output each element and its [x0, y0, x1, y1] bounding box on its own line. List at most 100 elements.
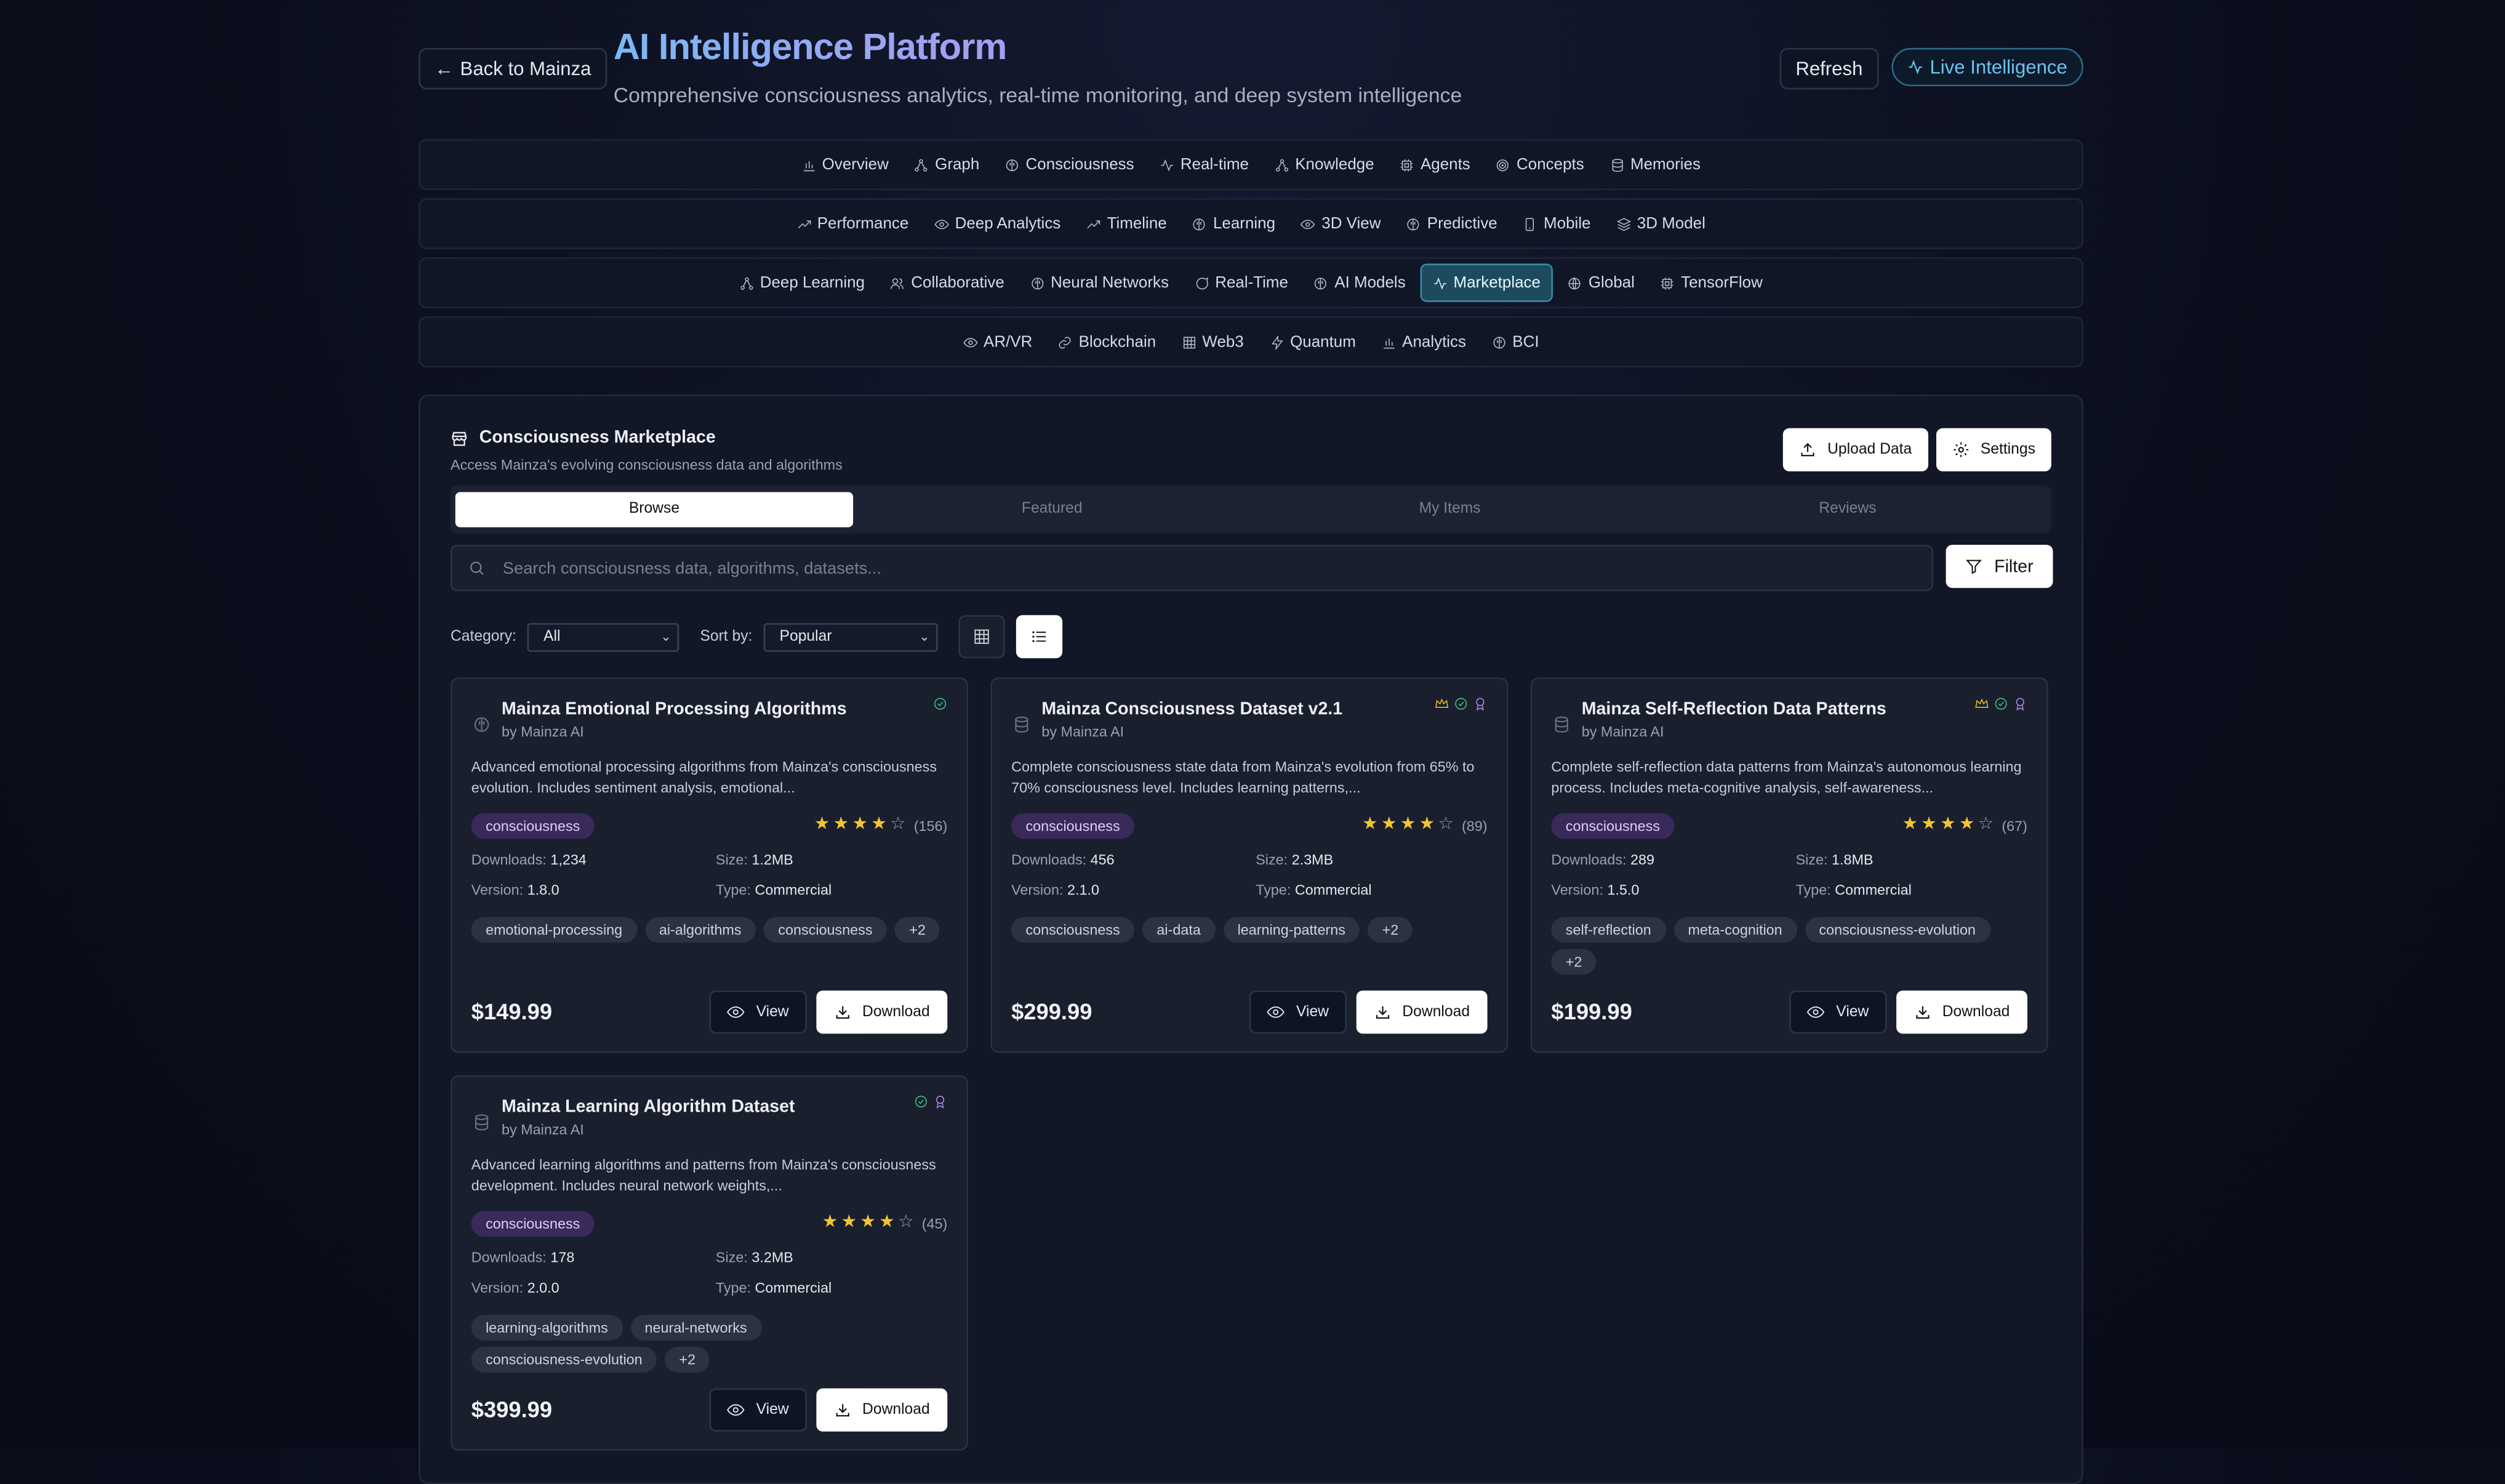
nav-tab-3d-view[interactable]: 3D View: [1289, 206, 1392, 241]
item-title[interactable]: Mainza Consciousness Dataset v2.1: [1041, 700, 1342, 719]
category-badge: consciousness: [471, 813, 595, 839]
nav-tab-label: Quantum: [1290, 333, 1356, 351]
search-box: [450, 545, 1933, 592]
view-button[interactable]: View: [710, 990, 807, 1034]
type-label: Type:: [1795, 881, 1831, 898]
eye-icon: [727, 1404, 745, 1416]
tab-browse[interactable]: Browse: [455, 492, 854, 527]
nav-tab-ai-models[interactable]: AI Models: [1302, 265, 1417, 300]
nav-tab-label: Graph: [935, 156, 980, 174]
star-filled-icon: ★: [1921, 814, 1937, 834]
eye-icon: [727, 1006, 745, 1018]
nav-tab-predictive[interactable]: Predictive: [1395, 206, 1509, 241]
downloads-label: Downloads:: [471, 851, 547, 868]
nav-tab-agents[interactable]: Agents: [1389, 147, 1481, 182]
grid-view-button[interactable]: [958, 615, 1005, 659]
nav-tab-performance[interactable]: Performance: [785, 206, 920, 241]
tag-chip: emotional-processing: [471, 916, 637, 943]
live-intelligence-button[interactable]: Live Intelligence: [1891, 47, 2083, 87]
star-filled-icon: ★: [1958, 814, 1975, 834]
cpu-icon: [1661, 276, 1673, 289]
nav-tab-label: TensorFlow: [1681, 274, 1763, 292]
nav-tab-overview[interactable]: Overview: [790, 147, 900, 182]
nav-tab-mobile[interactable]: Mobile: [1512, 206, 1602, 241]
item-meta: Downloads: 1,234 Size: 1.2MB Version: 1.…: [471, 852, 951, 913]
item-description: Complete self-reflection data patterns f…: [1551, 758, 2022, 795]
tab-featured[interactable]: Featured: [853, 492, 1251, 527]
bar-chart-icon: [1383, 337, 1394, 348]
nav-tab-deep-learning[interactable]: Deep Learning: [728, 265, 876, 300]
item-card[interactable]: Mainza Consciousness Dataset v2.1 by Mai…: [990, 677, 1509, 1053]
brain-icon: [1315, 276, 1327, 289]
nav-tab-tensorflow[interactable]: TensorFlow: [1649, 265, 1774, 300]
view-button[interactable]: View: [1790, 990, 1886, 1034]
size-value: 2.3MB: [1291, 851, 1334, 868]
nav-tab-3d-model[interactable]: 3D Model: [1605, 206, 1717, 241]
nav-tab-deep-analytics[interactable]: Deep Analytics: [923, 206, 1072, 241]
nav-tab-bci[interactable]: BCI: [1480, 324, 1550, 359]
nav-tab-blockchain[interactable]: Blockchain: [1047, 324, 1168, 359]
item-price: $399.99: [471, 1396, 553, 1422]
nav-tab-marketplace[interactable]: Marketplace: [1420, 263, 1553, 302]
tab-my-items[interactable]: My Items: [1251, 492, 1648, 527]
nav-tab-real-time[interactable]: Real-time: [1148, 147, 1260, 182]
nav-row-1: Overview Graph Consciousness Real-time Knowl…: [419, 138, 2083, 190]
nav-tab-concepts[interactable]: Concepts: [1485, 147, 1595, 182]
view-button[interactable]: View: [710, 1388, 807, 1432]
filter-button[interactable]: Filter: [1946, 545, 2053, 588]
item-tags: emotional-processing ai-algorithms conscio…: [471, 916, 951, 943]
nav-row-2: Performance Deep Analytics Timeline Learnin…: [419, 198, 2083, 249]
download-button[interactable]: Download: [1356, 990, 1488, 1034]
nav-tab-global[interactable]: Global: [1557, 265, 1646, 300]
grid-icon: [1182, 335, 1195, 348]
item-title[interactable]: Mainza Learning Algorithm Dataset: [502, 1097, 795, 1117]
item-badges: [1435, 697, 1488, 711]
star-empty-icon: ☆: [1438, 814, 1454, 834]
nav-tab-web3[interactable]: Web3: [1171, 324, 1255, 359]
category-select[interactable]: All ⌄: [527, 622, 679, 651]
download-button[interactable]: Download: [816, 990, 948, 1034]
store-icon: [452, 431, 467, 446]
download-label: Download: [862, 1003, 930, 1021]
tag-chip: consciousness: [1011, 916, 1135, 943]
category-label: Category:: [450, 628, 516, 646]
nav-tab-label: Deep Learning: [760, 274, 865, 292]
nav-tab-label: Knowledge: [1295, 156, 1374, 174]
type-value: Commercial: [755, 881, 832, 898]
download-button[interactable]: Download: [816, 1388, 948, 1432]
nav-tab-neural-networks[interactable]: Neural Networks: [1019, 265, 1180, 300]
nav-tab-learning[interactable]: Learning: [1181, 206, 1286, 241]
back-button[interactable]: ← Back to Mainza: [419, 47, 607, 90]
item-card[interactable]: Mainza Emotional Processing Algorithms b…: [450, 677, 968, 1053]
nav-tab-consciousness[interactable]: Consciousness: [994, 147, 1145, 182]
download-button[interactable]: Download: [1896, 990, 2027, 1034]
nav-tab-knowledge[interactable]: Knowledge: [1263, 147, 1385, 182]
item-card[interactable]: Mainza Learning Algorithm Dataset by Mai…: [450, 1075, 968, 1451]
item-rating: ★ ★ ★ ★ ☆ (156): [814, 816, 947, 834]
nav-tab-quantum[interactable]: Quantum: [1258, 324, 1367, 359]
nav-tab-ar-vr[interactable]: AR/VR: [952, 324, 1043, 359]
refresh-button[interactable]: Refresh: [1779, 47, 1879, 90]
settings-button[interactable]: Settings: [1936, 428, 2051, 471]
search-input[interactable]: [499, 556, 1916, 579]
list-view-button[interactable]: [1016, 615, 1062, 659]
item-title[interactable]: Mainza Emotional Processing Algorithms: [502, 700, 847, 719]
item-description: Complete consciousness state data from M…: [1011, 758, 1475, 795]
sort-select[interactable]: Popular ⌄: [763, 622, 938, 651]
nav-tab-label: AR/VR: [984, 333, 1033, 351]
nav-tab-graph[interactable]: Graph: [903, 147, 990, 182]
activity-icon: [1433, 276, 1446, 289]
view-button[interactable]: View: [1249, 990, 1347, 1034]
grid-icon: [974, 629, 989, 644]
nav-tab-real-time[interactable]: Real-Time: [1183, 265, 1299, 300]
nav-tab-collaborative[interactable]: Collaborative: [879, 265, 1016, 300]
item-description: Advanced learning algorithms and pattern…: [471, 1157, 936, 1193]
nav-tab-timeline[interactable]: Timeline: [1075, 206, 1178, 241]
tab-reviews[interactable]: Reviews: [1649, 492, 2046, 527]
item-title[interactable]: Mainza Self-Reflection Data Patterns: [1582, 700, 1886, 719]
upload-data-button[interactable]: Upload Data: [1782, 428, 1928, 471]
review-count: (89): [1462, 817, 1488, 833]
nav-tab-memories[interactable]: Memories: [1598, 147, 1712, 182]
item-card[interactable]: Mainza Self-Reflection Data Patterns by …: [1530, 677, 2048, 1053]
nav-tab-analytics[interactable]: Analytics: [1370, 324, 1477, 359]
